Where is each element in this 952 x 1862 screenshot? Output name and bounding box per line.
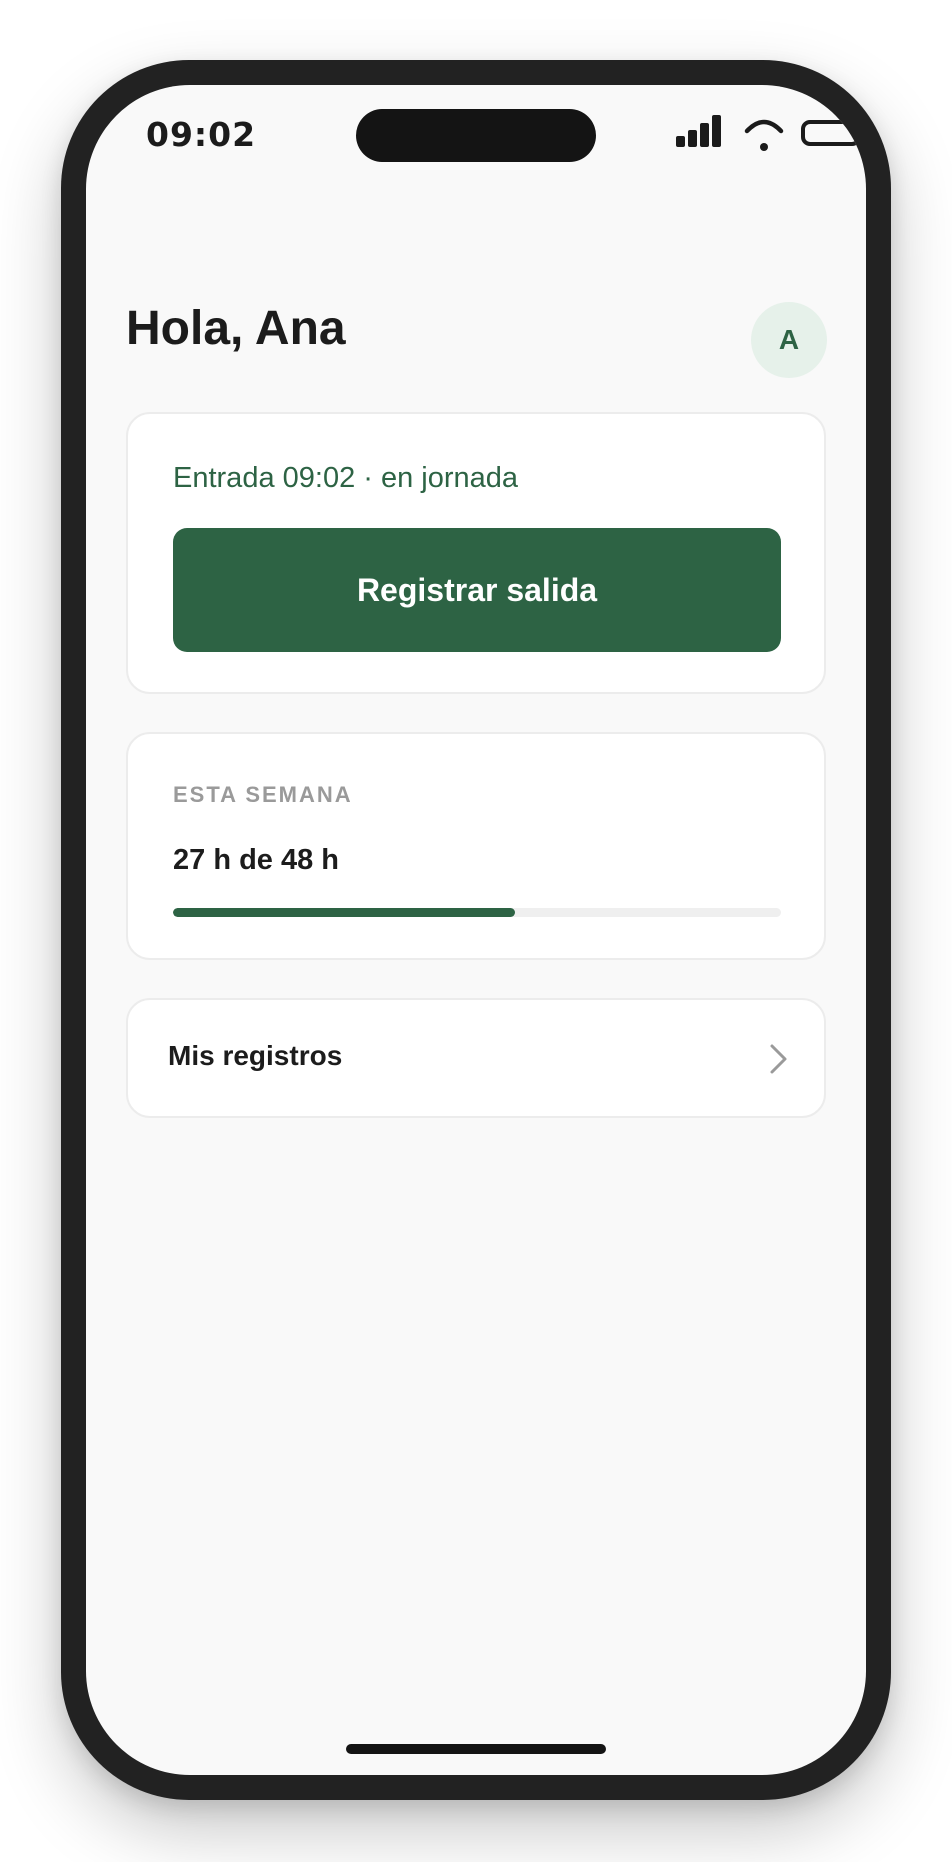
home-indicator[interactable] [346, 1744, 606, 1754]
week-label: ESTA SEMANA [173, 782, 353, 807]
battery-icon [801, 120, 861, 146]
status-bar-time: 09:02 [146, 115, 257, 154]
week-progress-fill [173, 908, 515, 917]
my-records-item[interactable]: Mis registros [126, 998, 826, 1118]
phone-frame: 09:02 Hola, Ana A Entrada 09:02 · en jor… [61, 60, 891, 1800]
signal-icon [676, 115, 732, 147]
avatar[interactable]: A [751, 302, 827, 378]
chevron-right-icon [770, 1044, 787, 1074]
wifi-icon [744, 119, 784, 151]
clock-card: Entrada 09:02 · en jornada Registrar sal… [126, 412, 826, 694]
app-screen: 09:02 Hola, Ana A Entrada 09:02 · en jor… [86, 85, 866, 1775]
my-records-label: Mis registros [168, 1040, 343, 1071]
week-hours: 27 h de 48 h [173, 844, 340, 876]
page-title: Hola, Ana [126, 302, 346, 355]
week-summary-card: ESTA SEMANA 27 h de 48 h [126, 732, 826, 960]
register-exit-button[interactable]: Registrar salida [173, 528, 781, 652]
dynamic-island [356, 109, 596, 162]
entry-status: Entrada 09:02 · en jornada [173, 462, 519, 494]
week-progress-bar [173, 908, 781, 917]
